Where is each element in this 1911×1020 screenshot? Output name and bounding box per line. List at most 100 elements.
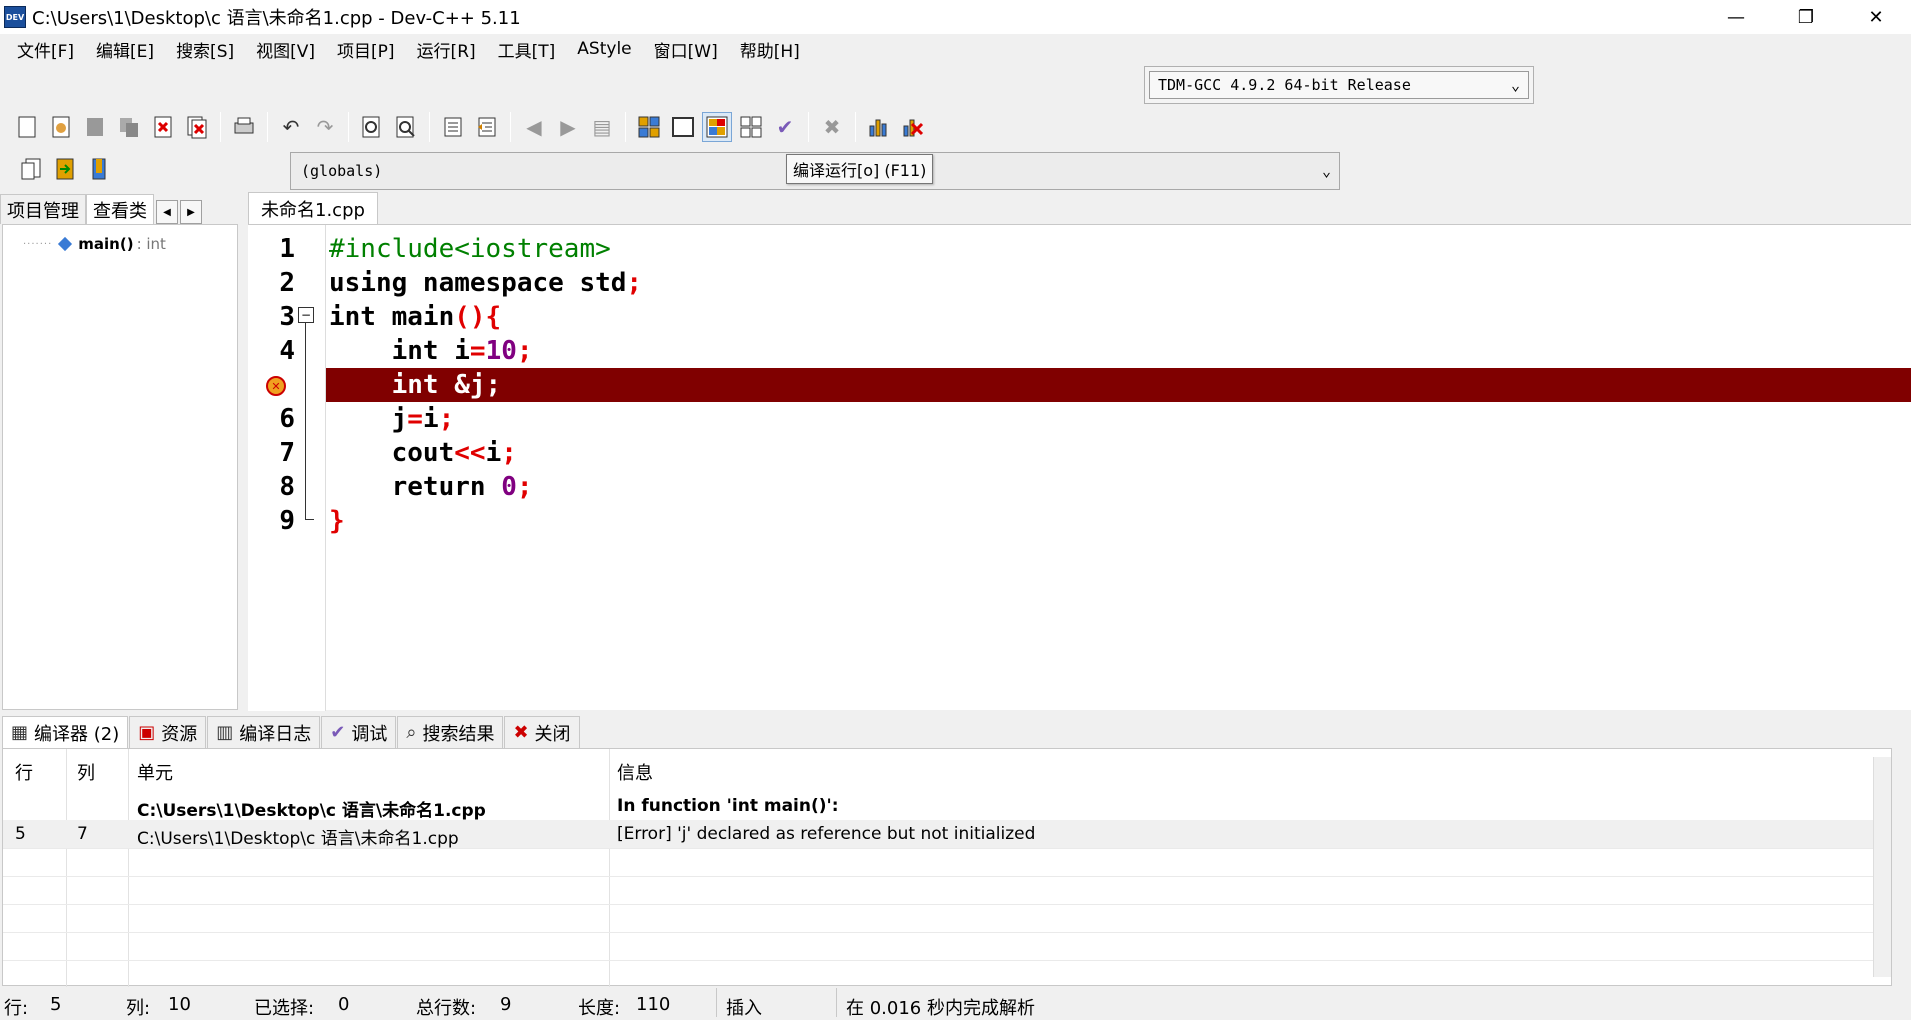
tree-item-name: main — [78, 235, 120, 253]
bookmark-next-icon[interactable]: ▶ — [553, 112, 583, 142]
indent-icon[interactable] — [438, 112, 468, 142]
message-info: [Error] 'j' declared as reference but no… — [617, 824, 1036, 844]
replace-icon[interactable] — [391, 112, 421, 142]
grid-line — [3, 932, 1891, 933]
fold-guide-line — [305, 323, 306, 519]
close-all-icon[interactable] — [182, 112, 212, 142]
column-header-line[interactable]: 行 — [15, 759, 33, 785]
menu-edit[interactable]: 编辑[E] — [85, 37, 165, 62]
compile-run-icon[interactable] — [702, 112, 732, 142]
line-number: 4 — [279, 336, 295, 366]
fold-collapse-icon[interactable]: − — [298, 307, 314, 323]
toolbar-separator — [429, 112, 430, 142]
column-header-col[interactable]: 列 — [77, 759, 95, 785]
menu-view[interactable]: 视图[V] — [245, 37, 326, 62]
class-tree-item-main[interactable]: ······· main () : int — [23, 235, 166, 253]
code-line: int main(){ — [329, 302, 502, 332]
undo-icon[interactable]: ↶ — [276, 112, 306, 142]
save-all-icon[interactable] — [114, 112, 144, 142]
menu-project[interactable]: 项目[P] — [326, 37, 406, 62]
bottom-panel-tabs: ▦ 编译器 (2) ▣ 资源 ▥ 编译日志 ✔ 调试 ⌕ 搜索结果 ✖ 关闭 — [0, 714, 1911, 748]
status-line-value: 5 — [50, 994, 62, 1015]
menu-astyle[interactable]: AStyle — [566, 39, 642, 59]
message-info: In function 'int main()': — [617, 796, 839, 816]
tab-class-browser[interactable]: 查看类 — [86, 194, 154, 224]
profile-chart-icon[interactable] — [864, 112, 894, 142]
compiler-messages-panel: 行 列 单元 信息 C:\Users\1\Desktop\c 语言\未命名1.c… — [2, 748, 1892, 987]
print-icon[interactable] — [229, 112, 259, 142]
tab-resources[interactable]: ▣ 资源 — [129, 716, 207, 748]
tab-label: 编译日志 — [239, 723, 312, 745]
menu-window[interactable]: 窗口[W] — [643, 37, 729, 62]
menu-tools[interactable]: 工具[T] — [487, 37, 567, 62]
messages-scrollbar[interactable] — [1873, 757, 1891, 977]
comment-icon[interactable]: ▤ — [587, 112, 617, 142]
message-row-error[interactable]: 5 7 C:\Users\1\Desktop\c 语言\未命名1.cpp [Er… — [3, 820, 1891, 849]
message-row[interactable]: C:\Users\1\Desktop\c 语言\未命名1.cpp In func… — [3, 792, 1891, 821]
message-unit: C:\Users\1\Desktop\c 语言\未命名1.cpp — [137, 801, 486, 821]
code-line: using namespace std; — [329, 268, 643, 298]
run-icon[interactable] — [668, 112, 698, 142]
column-header-unit[interactable]: 单元 — [137, 759, 173, 785]
chevron-down-icon: ⌄ — [1510, 76, 1520, 94]
tab-scroll-left-button[interactable]: ◀ — [156, 200, 178, 224]
menu-help[interactable]: 帮助[H] — [729, 37, 811, 62]
code-editor[interactable]: 1 2 3 4 ✕ 6 7 8 9 − #include<iostream> u… — [248, 224, 1911, 711]
menu-search[interactable]: 搜索[S] — [165, 37, 245, 62]
toolbar-separator — [220, 112, 221, 142]
toggle-bookmark-icon[interactable] — [84, 154, 114, 184]
redo-icon[interactable]: ↷ — [310, 112, 340, 142]
toolbar-separator — [510, 112, 511, 142]
tab-compiler[interactable]: ▦ 编译器 (2) — [2, 716, 129, 748]
goto-function-icon[interactable] — [50, 154, 80, 184]
syntax-check-icon[interactable]: ✔ — [770, 112, 800, 142]
delete-profile-icon[interactable] — [898, 112, 928, 142]
find-icon[interactable] — [357, 112, 387, 142]
insert-snippet-icon[interactable] — [16, 154, 46, 184]
new-file-icon[interactable] — [12, 112, 42, 142]
message-col: 7 — [77, 824, 88, 844]
close-window-button[interactable]: ✕ — [1841, 0, 1911, 34]
status-total-value: 9 — [500, 994, 512, 1015]
toolbar-separator — [348, 112, 349, 142]
compiler-select[interactable]: TDM-GCC 4.9.2 64-bit Release ⌄ — [1144, 66, 1534, 104]
compile-icon[interactable] — [634, 112, 664, 142]
status-selected-label: 已选择: — [254, 998, 315, 1019]
bookmark-prev-icon[interactable]: ◀ — [519, 112, 549, 142]
secondary-toolbar — [0, 150, 116, 188]
column-divider — [129, 749, 610, 987]
code-area[interactable]: #include<iostream> using namespace std; … — [326, 225, 1911, 711]
tab-debug[interactable]: ✔ 调试 — [321, 716, 397, 748]
tab-close[interactable]: ✖ 关闭 — [504, 716, 580, 748]
close-file-icon[interactable] — [148, 112, 178, 142]
status-length-value: 110 — [636, 994, 671, 1015]
minimize-button[interactable]: — — [1701, 0, 1771, 34]
tab-scroll-right-button[interactable]: ▶ — [180, 200, 202, 224]
status-selected-value: 0 — [338, 994, 350, 1015]
column-divider — [3, 749, 67, 987]
close-icon: ✖ — [513, 722, 529, 743]
column-header-message[interactable]: 信息 — [617, 759, 653, 785]
status-parse-time: 在 0.016 秒内完成解析 — [846, 998, 1035, 1019]
tab-compile-log[interactable]: ▥ 编译日志 — [207, 716, 321, 748]
stop-execution-icon[interactable]: ✖ — [817, 112, 847, 142]
tab-project-manager[interactable]: 项目管理 — [0, 194, 86, 224]
status-line-label: 行: — [4, 998, 29, 1019]
open-file-icon[interactable] — [46, 112, 76, 142]
tab-label: 关闭 — [534, 723, 571, 745]
rebuild-all-icon[interactable] — [736, 112, 766, 142]
code-line: return 0; — [391, 472, 533, 502]
unindent-icon[interactable] — [472, 112, 502, 142]
menu-run[interactable]: 运行[R] — [406, 37, 487, 62]
toolbar-separator — [855, 112, 856, 142]
restore-button[interactable]: ❐ — [1771, 0, 1841, 34]
title-bar: DEV C:\Users\1\Desktop\c 语言\未命名1.cpp - D… — [0, 0, 1911, 34]
status-divider — [836, 988, 837, 1017]
editor-tab-file[interactable]: 未命名1.cpp — [248, 192, 378, 224]
bar-chart-icon: ▥ — [216, 722, 234, 743]
class-browser-panel: ······· main () : int — [2, 224, 238, 710]
tab-search-results[interactable]: ⌕ 搜索结果 — [397, 716, 504, 748]
devcpp-app-icon: DEV — [4, 6, 26, 28]
menu-file[interactable]: 文件[F] — [6, 37, 85, 62]
save-icon[interactable] — [80, 112, 110, 142]
